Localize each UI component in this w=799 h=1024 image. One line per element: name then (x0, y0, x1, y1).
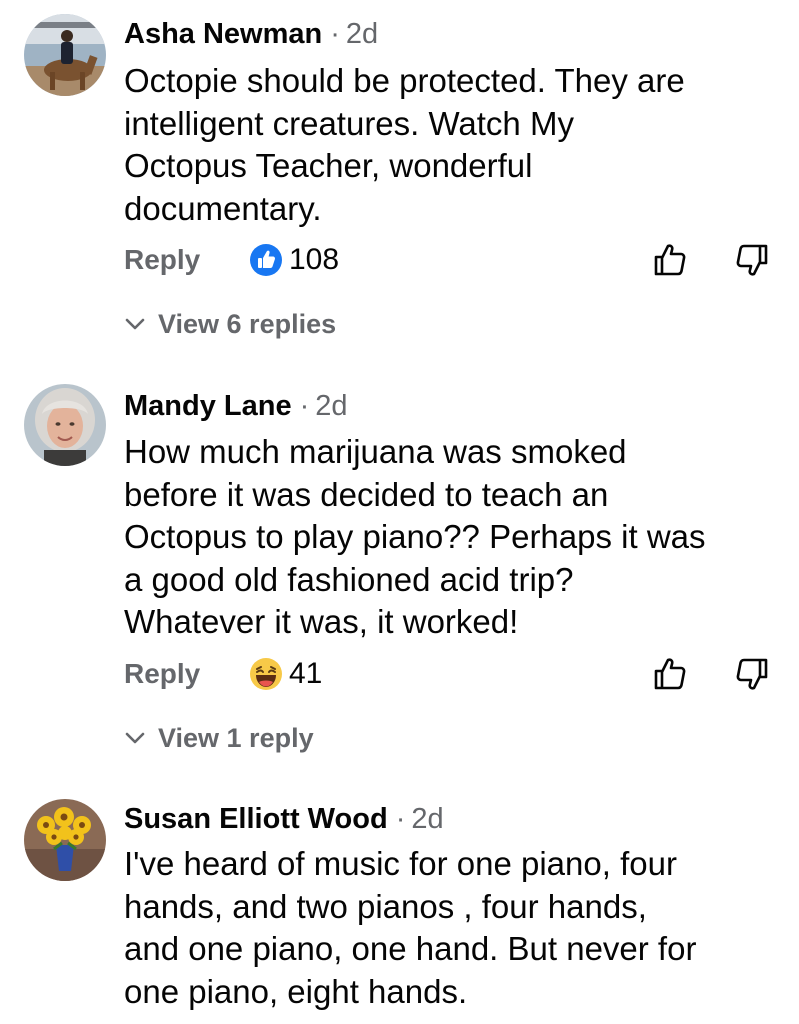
comment-mandy-lane: Mandy Lane · 2d How much marijuana was smo… (0, 380, 799, 770)
avatar-asha-newman[interactable] (24, 14, 106, 96)
view-replies-button[interactable]: View 6 replies (124, 306, 336, 342)
avatar-mandy-lane[interactable] (24, 384, 106, 466)
thumbs-up-icon (654, 658, 686, 690)
comment-age[interactable]: 2d (315, 390, 347, 422)
comment-text-line: hands, and two pianos , four hands, (124, 887, 647, 925)
separator-dot: · (299, 390, 310, 422)
comment-text-line: I've heard of music for one piano, four (124, 845, 677, 882)
chevron-down-icon (125, 318, 145, 330)
reaction-summary[interactable]: 108 (249, 242, 339, 278)
comment-age[interactable]: 2d (346, 18, 378, 50)
comment-text-line: intelligent creatures. Watch My (124, 104, 574, 142)
comment-actions: Reply 41 (124, 654, 784, 694)
comment-text-line: one piano, eight hands. (124, 972, 468, 1010)
comment-text: I've heard of music for one piano, four … (124, 843, 784, 1013)
comment-text-line: before it was decided to teach an (124, 475, 609, 513)
reaction-count: 41 (289, 657, 323, 690)
separator-dot: · (395, 803, 406, 835)
comment-age[interactable]: 2d (411, 803, 443, 835)
author-line: Mandy Lane · 2d (124, 388, 348, 424)
comment-text-line: and one piano, one hand. But never for (124, 930, 697, 967)
comment-asha-newman: Asha Newman · 2d Octopie should be protect… (0, 0, 799, 350)
comment-text-line: How much marijuana was smoked (124, 433, 627, 470)
view-replies-label: View 1 reply (158, 723, 314, 753)
comment-text-line: Octopus Teacher, wonderful (124, 147, 533, 184)
like-reaction-icon (250, 244, 282, 276)
comment-text-line: documentary. (124, 189, 322, 227)
comment-susan-elliott-wood: Susan Elliott Wood · 2d I've heard of musi… (0, 795, 799, 1024)
thumbs-up-icon (654, 244, 686, 276)
thumbs-down-icon (736, 244, 768, 276)
author-name[interactable]: Susan Elliott Wood (124, 803, 388, 835)
view-replies-button[interactable]: View 1 reply (124, 720, 314, 756)
author-line: Susan Elliott Wood · 2d (124, 801, 444, 837)
upvote-button[interactable] (650, 654, 690, 694)
comment-actions: Reply 108 (124, 240, 784, 280)
author-line: Asha Newman · 2d (124, 16, 378, 52)
upvote-button[interactable] (650, 240, 690, 280)
author-name[interactable]: Asha Newman (124, 18, 322, 50)
reply-button[interactable]: Reply (124, 240, 200, 280)
reply-button[interactable]: Reply (124, 654, 200, 694)
comment-text-line: Whatever it was, it worked! (124, 603, 519, 640)
view-replies-label: View 6 replies (158, 309, 337, 339)
reaction-count: 108 (289, 243, 340, 276)
downvote-button[interactable] (732, 654, 772, 694)
downvote-button[interactable] (732, 240, 772, 280)
woman-portrait-avatar-icon (24, 384, 106, 466)
person-with-horse-avatar-icon (24, 14, 106, 96)
chevron-down-icon (125, 732, 145, 744)
comment-text-line: Octopie should be protected. They are (124, 62, 685, 99)
separator-dot: · (330, 18, 340, 50)
comment-text: Octopie should be protected. They are in… (124, 60, 784, 230)
reaction-summary[interactable]: 41 (249, 656, 322, 692)
comment-text-line: Octopus to play piano?? Perhaps it was (124, 518, 706, 555)
haha-reaction-icon (250, 658, 282, 690)
avatar-susan-elliott-wood[interactable] (24, 799, 106, 881)
author-name[interactable]: Mandy Lane (124, 390, 292, 422)
thumbs-down-icon (736, 658, 768, 690)
comment-text-line: a good old fashioned acid trip? (124, 560, 574, 598)
comment-text: How much marijuana was smoked before it … (124, 431, 784, 644)
sunflowers-avatar-icon (24, 799, 106, 881)
